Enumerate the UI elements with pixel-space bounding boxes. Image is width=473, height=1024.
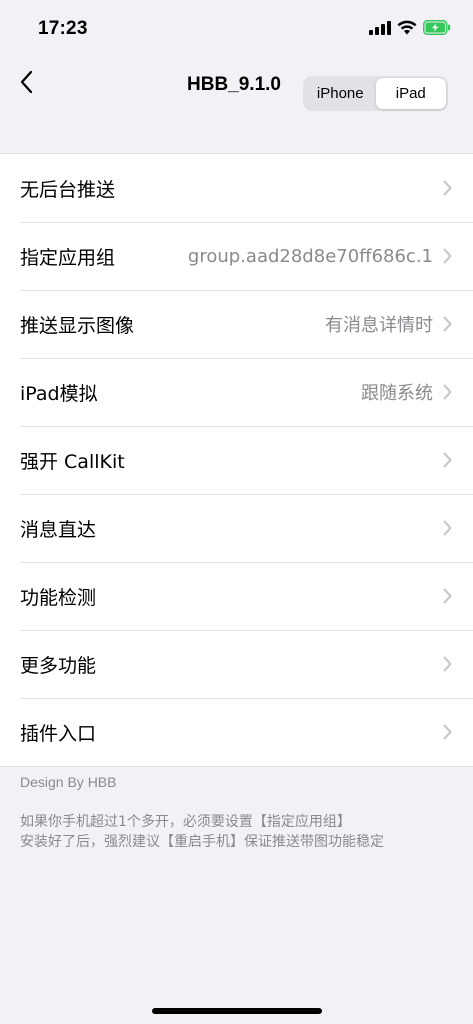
row-value: group.aad28d8e70ff686c.1 [187, 245, 433, 267]
chevron-right-icon [441, 519, 453, 537]
status-bar: 17:23 [0, 0, 473, 56]
row-plugin-entry[interactable]: 插件入口 [0, 698, 473, 766]
row-label: 推送显示图像 [20, 314, 135, 337]
device-segmented-control[interactable]: iPhone iPad [303, 76, 448, 111]
chevron-right-icon [441, 723, 453, 741]
chevron-right-icon [441, 451, 453, 469]
chevron-right-icon [441, 247, 453, 265]
status-time: 17:23 [38, 18, 88, 39]
row-label: 消息直达 [20, 518, 97, 541]
footer-note-line: 安装好了后，强烈建议【重启手机】保证推送带图功能稳定 [20, 834, 384, 850]
segment-ipad[interactable]: iPad [375, 78, 446, 109]
row-label: 功能检测 [20, 586, 97, 609]
footer-credit: Design By HBB [20, 774, 117, 790]
row-message-direct[interactable]: 消息直达 [0, 494, 473, 562]
status-icons [369, 20, 451, 39]
row-value: 跟随系统 [361, 383, 433, 404]
row-label: 更多功能 [20, 654, 97, 677]
chevron-right-icon [441, 655, 453, 673]
footer-note-line: 如果你手机超过1个多开，必须要设置【指定应用组】 [20, 814, 351, 830]
chevron-left-icon [19, 70, 33, 98]
page-title: HBB_9.1.0 [187, 74, 281, 95]
segment-iphone[interactable]: iPhone [305, 78, 376, 109]
row-more-features[interactable]: 更多功能 [0, 630, 473, 698]
row-feature-check[interactable]: 功能检测 [0, 562, 473, 630]
navigation-bar: HBB_9.1.0 iPhone iPad [0, 56, 473, 136]
cellular-signal-icon [369, 20, 391, 39]
battery-charging-icon [423, 20, 451, 39]
row-force-callkit[interactable]: 强开 CallKit [0, 426, 473, 494]
row-no-background-push[interactable]: 无后台推送 [0, 154, 473, 222]
chevron-right-icon [441, 179, 453, 197]
row-label: 无后台推送 [20, 178, 116, 201]
row-label: iPad模拟 [20, 382, 98, 405]
row-ipad-simulation[interactable]: iPad模拟 跟随系统 [0, 358, 473, 426]
chevron-right-icon [441, 315, 453, 333]
back-button[interactable] [12, 70, 40, 98]
row-label: 插件入口 [20, 722, 97, 745]
home-indicator[interactable] [152, 1008, 322, 1014]
row-label: 指定应用组 [20, 246, 116, 269]
wifi-icon [397, 20, 417, 39]
row-push-image[interactable]: 推送显示图像 有消息详情时 [0, 290, 473, 358]
row-app-group[interactable]: 指定应用组 group.aad28d8e70ff686c.1 [0, 222, 473, 290]
chevron-right-icon [441, 587, 453, 605]
settings-list: 无后台推送 指定应用组 group.aad28d8e70ff686c.1 推送显… [0, 153, 473, 767]
row-label: 强开 CallKit [20, 450, 125, 473]
footer-note: 如果你手机超过1个多开，必须要设置【指定应用组】 安装好了后，强烈建议【重启手机… [20, 812, 384, 852]
chevron-right-icon [441, 383, 453, 401]
row-value: 有消息详情时 [325, 315, 433, 336]
